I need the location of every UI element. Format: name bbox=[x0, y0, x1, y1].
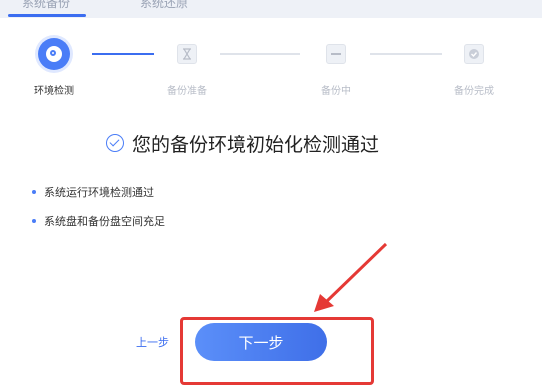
active-tab-indicator bbox=[8, 14, 86, 17]
list-item: 系统运行环境检测通过 bbox=[32, 184, 154, 200]
step-label: 环境检测 bbox=[34, 86, 74, 97]
next-step-button[interactable]: 下一步 bbox=[195, 323, 327, 361]
check-item-text: 系统盘和备份盘空间充足 bbox=[44, 215, 165, 228]
tab-bar: 系统备份 系统还原 bbox=[0, 0, 542, 18]
bullet-icon bbox=[32, 190, 36, 194]
step-label: 备份准备 bbox=[167, 86, 207, 97]
step-backup-complete: 备份完成 bbox=[439, 38, 509, 97]
step-environment-check: 环境检测 bbox=[19, 38, 89, 97]
hourglass-icon bbox=[171, 38, 203, 70]
step-label: 备份中 bbox=[321, 86, 351, 97]
step-backup-prepare: 备份准备 bbox=[152, 38, 222, 97]
success-title: 您的备份环境初始化检测通过 bbox=[132, 133, 380, 156]
step-backing-up: 备份中 bbox=[301, 38, 371, 97]
success-message: 您的备份环境初始化检测通过 bbox=[106, 130, 379, 156]
check-item-text: 系统运行环境检测通过 bbox=[44, 186, 154, 199]
tab-system-backup[interactable]: 系统备份 bbox=[22, 0, 70, 11]
complete-icon bbox=[458, 38, 490, 70]
progress-icon bbox=[320, 38, 352, 70]
previous-step-button[interactable]: 上一步 bbox=[136, 334, 169, 350]
step-connector-1 bbox=[92, 53, 154, 55]
search-icon bbox=[38, 38, 70, 70]
list-item: 系统盘和备份盘空间充足 bbox=[32, 213, 165, 229]
tab-system-restore[interactable]: 系统还原 bbox=[140, 0, 188, 11]
bullet-icon bbox=[32, 219, 36, 223]
check-circle-icon bbox=[106, 134, 124, 152]
step-connector-3 bbox=[370, 53, 442, 55]
step-label: 备份完成 bbox=[454, 86, 494, 97]
step-connector-2 bbox=[220, 53, 300, 55]
